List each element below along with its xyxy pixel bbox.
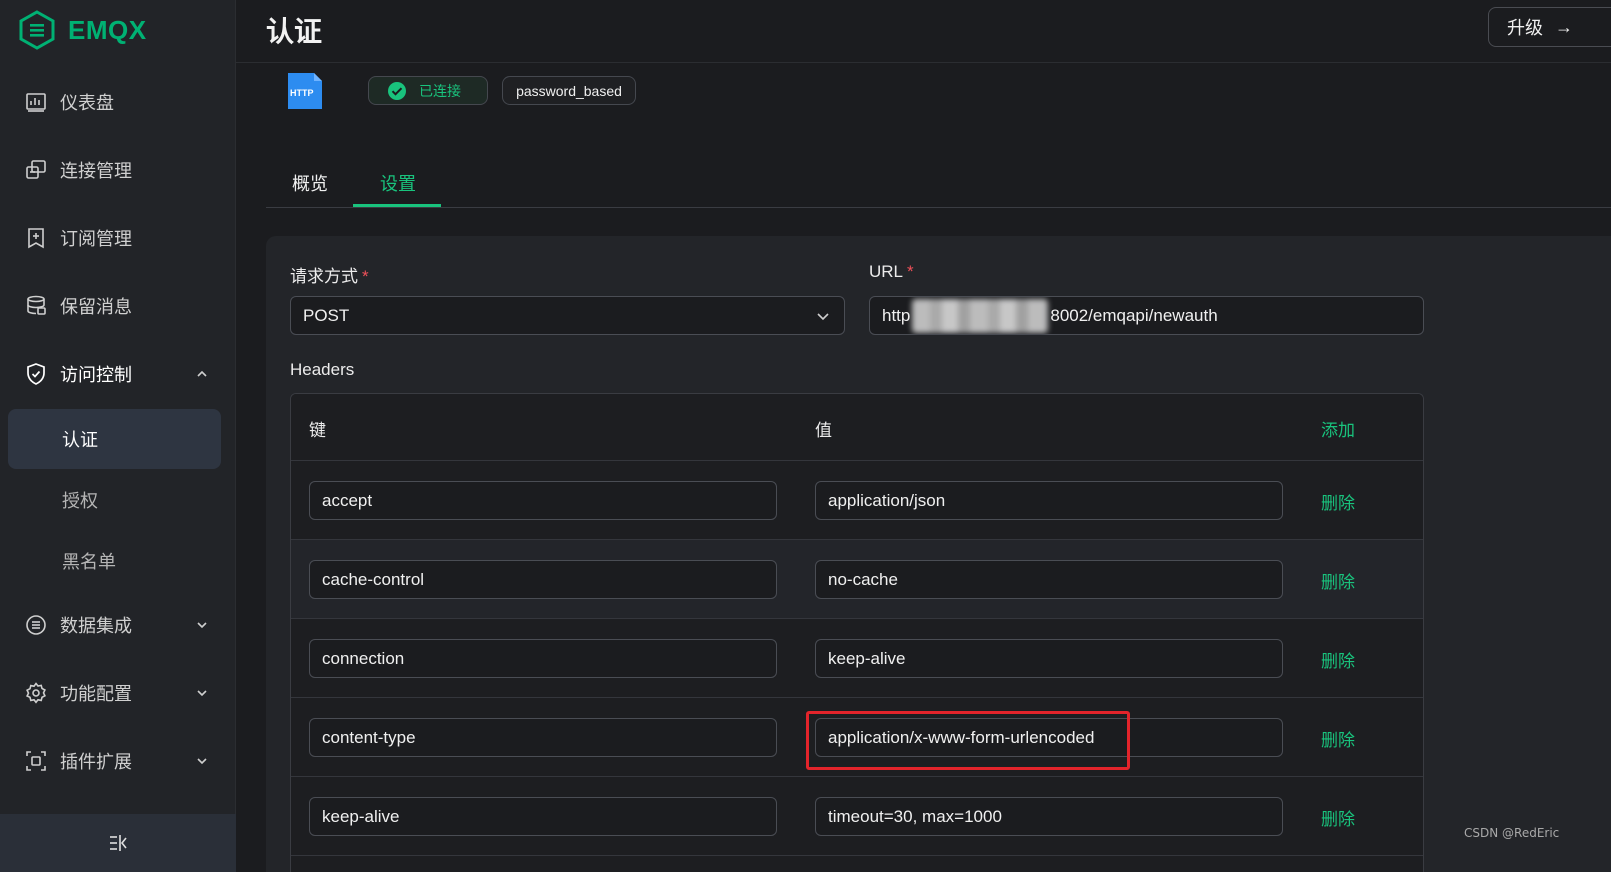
header-key-input[interactable]: connection — [309, 639, 777, 678]
delete-header-button[interactable]: 删除 — [1321, 726, 1355, 751]
active-tab-indicator — [353, 204, 441, 207]
arrow-right-icon: → — [1555, 16, 1573, 37]
sidebar-item-label: 保留消息 — [60, 297, 132, 317]
sidebar: EMQX 仪表盘 连接管理 订阅管理 保留消息 访问控制 认证 授权 黑名单 数… — [0, 0, 236, 872]
sidebar-item-subscriptions[interactable]: 订阅管理 — [0, 214, 236, 262]
shield-icon — [24, 362, 48, 386]
integration-icon — [24, 613, 48, 637]
sidebar-item-label: 功能配置 — [60, 684, 132, 704]
url-suffix: 8002/emqapi/newauth — [1050, 305, 1218, 325]
url-field-label: URL * — [869, 262, 914, 282]
delete-header-button[interactable]: 删除 — [1321, 647, 1355, 672]
delete-header-button[interactable]: 删除 — [1321, 489, 1355, 514]
header-value-input[interactable]: application/json — [815, 481, 1283, 520]
delete-header-button[interactable]: 删除 — [1321, 568, 1355, 593]
sidebar-item-retained[interactable]: 保留消息 — [0, 282, 236, 330]
required-mark: * — [907, 262, 914, 281]
sidebar-subitem-blacklist[interactable]: 黑名单 — [8, 531, 221, 591]
sidebar-item-configuration[interactable]: 功能配置 — [0, 669, 236, 717]
add-header-button[interactable]: 添加 — [1321, 416, 1355, 441]
sidebar-item-label: 数据集成 — [60, 616, 132, 636]
header-key-input[interactable]: keep-alive — [309, 797, 777, 836]
chevron-down-icon — [194, 753, 210, 769]
logo-text: EMQX — [68, 14, 147, 45]
column-header-value: 值 — [815, 421, 832, 440]
http-backend-icon: HTTP — [286, 71, 324, 111]
emqx-logo-icon — [19, 10, 55, 50]
sidebar-subitem-label: 认证 — [62, 430, 98, 450]
sidebar-item-label: 插件扩展 — [60, 752, 132, 772]
check-circle-icon — [388, 81, 406, 100]
chevron-up-icon — [194, 366, 210, 382]
sidebar-subitem-authentication[interactable]: 认证 — [8, 409, 221, 469]
method-select-value: POST — [303, 305, 350, 325]
collapse-sidebar-icon — [110, 835, 127, 851]
logo[interactable]: EMQX — [18, 8, 147, 52]
top-bar: 认证 升级 → — [236, 0, 1611, 63]
upgrade-label: 升级 — [1507, 18, 1543, 38]
table-row: cache-control no-cache 删除 — [291, 540, 1423, 619]
header-value-input[interactable]: application/x-www-form-urlencoded — [815, 718, 1283, 757]
delete-header-button[interactable]: 删除 — [1321, 805, 1355, 830]
sidebar-item-label: 连接管理 — [60, 161, 132, 181]
url-input[interactable]: http 8002/emqapi/newauth — [869, 296, 1424, 335]
gear-icon — [24, 681, 48, 705]
sidebar-item-label: 仪表盘 — [60, 93, 114, 113]
header-key-input[interactable]: accept — [309, 481, 777, 520]
required-mark: * — [362, 267, 369, 286]
table-row: connection keep-alive 删除 — [291, 619, 1423, 698]
sidebar-item-data-integration[interactable]: 数据集成 — [0, 601, 236, 649]
tab-settings[interactable]: 设置 — [380, 170, 416, 196]
dashboard-icon — [24, 90, 48, 114]
tab-bar: 概览 设置 — [266, 160, 1611, 208]
sidebar-subitem-label: 授权 — [62, 491, 98, 511]
plugin-icon — [24, 749, 48, 773]
collapse-sidebar-button[interactable] — [0, 814, 236, 872]
connections-icon — [24, 158, 48, 182]
sidebar-item-label: 访问控制 — [60, 365, 132, 385]
retained-icon — [24, 294, 48, 318]
headers-table: 键 值 添加 accept application/json 删除 cache-… — [290, 393, 1424, 872]
header-value-input[interactable]: no-cache — [815, 560, 1283, 599]
method-field-label: 请求方式 * — [290, 262, 369, 287]
header-key-input[interactable]: content-type — [309, 718, 777, 757]
method-select[interactable]: POST — [290, 296, 845, 335]
sidebar-subitem-authorization[interactable]: 授权 — [8, 470, 221, 530]
table-row: accept application/json 删除 — [291, 461, 1423, 540]
http-icon-text: HTTP — [290, 88, 314, 98]
status-badge: 已连接 — [368, 76, 488, 105]
column-header-key: 键 — [309, 421, 326, 440]
status-label: 已连接 — [419, 82, 461, 99]
headers-label: Headers — [290, 360, 355, 379]
table-row: keep-alive timeout=30, max=1000 删除 — [291, 777, 1423, 856]
tab-overview[interactable]: 概览 — [292, 170, 328, 196]
mechanism-badge: password_based — [502, 76, 636, 105]
url-prefix: http — [882, 305, 911, 325]
sidebar-item-label: 订阅管理 — [60, 229, 132, 249]
sidebar-subitem-label: 黑名单 — [62, 552, 116, 572]
chevron-down-icon — [817, 313, 829, 321]
method-label-text: 请求方式 — [290, 267, 358, 286]
table-header-row: 键 值 添加 — [291, 394, 1423, 461]
redacted-host — [912, 298, 1049, 333]
chevron-down-icon — [194, 685, 210, 701]
mechanism-label: password_based — [516, 82, 622, 99]
sidebar-item-dashboard[interactable]: 仪表盘 — [0, 78, 236, 126]
watermark: CSDN @RedEric — [1464, 826, 1560, 840]
url-label-text: URL — [869, 262, 904, 281]
subscriptions-icon — [24, 226, 48, 250]
sidebar-item-access-control[interactable]: 访问控制 — [0, 350, 236, 398]
header-key-input[interactable]: cache-control — [309, 560, 777, 599]
upgrade-button[interactable]: 升级 → — [1488, 7, 1611, 47]
page-title: 认证 — [266, 16, 323, 47]
header-value-input[interactable]: timeout=30, max=1000 — [815, 797, 1283, 836]
sidebar-item-connections[interactable]: 连接管理 — [0, 146, 236, 194]
header-value-input[interactable]: keep-alive — [815, 639, 1283, 678]
chevron-down-icon — [194, 617, 210, 633]
table-row: content-type application/x-www-form-urle… — [291, 698, 1423, 777]
sidebar-item-plugins[interactable]: 插件扩展 — [0, 737, 236, 785]
